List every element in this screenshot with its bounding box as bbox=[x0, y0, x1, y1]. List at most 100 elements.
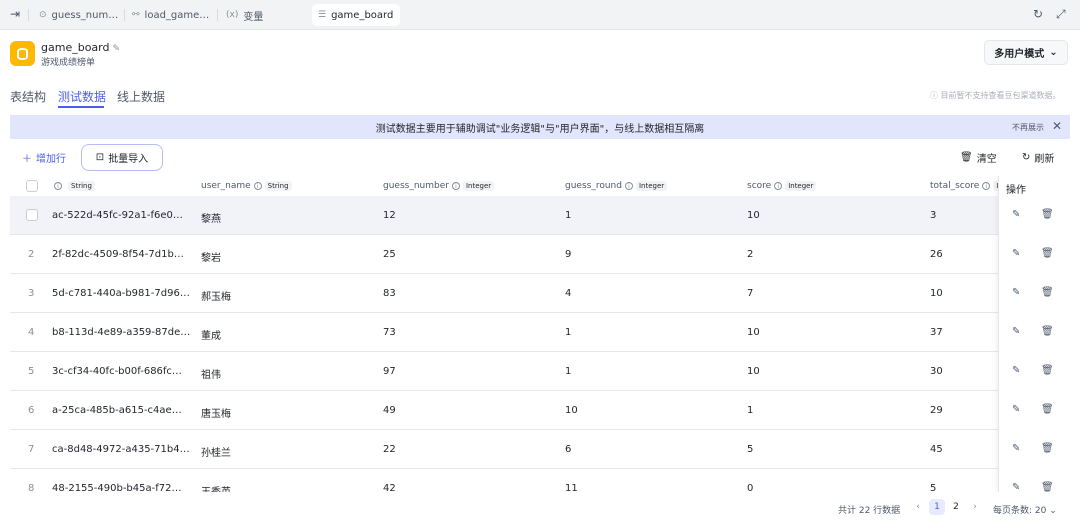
cell-id[interactable]: ac-522d-45fc-92a1-f6e0… bbox=[52, 210, 183, 221]
edit-icon[interactable]: ✎ bbox=[1012, 365, 1020, 376]
cell-user-name[interactable]: 黎燕 bbox=[201, 210, 221, 225]
subtab-online-data[interactable]: 线上数据 bbox=[117, 88, 165, 105]
cell-id[interactable]: 3c-cf34-40fc-b00f-686fc… bbox=[52, 366, 182, 377]
multi-user-mode-button[interactable]: 多用户模式 ⌄ bbox=[984, 40, 1068, 65]
subtab-test-data[interactable]: 测试数据 bbox=[58, 88, 106, 105]
cell-total-score[interactable]: 3 bbox=[930, 210, 936, 221]
trash-icon[interactable]: 🗑︎ bbox=[1041, 326, 1054, 337]
cell-guess-round[interactable]: 1 bbox=[565, 366, 571, 377]
trash-icon[interactable]: 🗑︎ bbox=[1041, 287, 1054, 298]
cell-score[interactable]: 7 bbox=[747, 288, 753, 299]
code-icon: ⊙ bbox=[39, 10, 47, 20]
cell-guess-number[interactable]: 73 bbox=[383, 327, 396, 338]
cell-score[interactable]: 2 bbox=[747, 249, 753, 260]
table-row[interactable]: 5 3c-cf34-40fc-b00f-686fc… 祖伟 97 1 10 30 bbox=[10, 352, 1070, 391]
edit-icon[interactable]: ✎ bbox=[1012, 248, 1020, 259]
table-row[interactable]: 2 2f-82dc-4509-8f54-7d1b… 黎岩 25 9 2 26 bbox=[10, 235, 1070, 274]
add-row-button[interactable]: ＋ 增加行 bbox=[22, 150, 66, 165]
tab-variables[interactable]: (x) 变量 bbox=[220, 4, 269, 26]
column-header-user-name: user_name i String bbox=[201, 181, 292, 191]
cell-score[interactable]: 1 bbox=[747, 405, 753, 416]
cell-guess-round[interactable]: 4 bbox=[565, 288, 571, 299]
trash-icon[interactable]: 🗑︎ bbox=[1041, 248, 1054, 259]
sidebar-toggle-icon[interactable]: ⇥ bbox=[10, 7, 20, 21]
cell-user-name[interactable]: 祖伟 bbox=[201, 366, 221, 381]
edit-icon[interactable]: ✎ bbox=[1012, 326, 1020, 337]
cell-user-name[interactable]: 郝玉梅 bbox=[201, 288, 231, 303]
cell-score[interactable]: 10 bbox=[747, 210, 760, 221]
cell-guess-round[interactable]: 11 bbox=[565, 483, 578, 492]
cell-user-name[interactable]: 唐玉梅 bbox=[201, 405, 231, 420]
dont-show-again-link[interactable]: 不再展示 bbox=[1012, 122, 1044, 133]
table-row[interactable]: 8 48-2155-490b-b45a-f72… 王秀英 42 11 0 5 bbox=[10, 469, 1070, 492]
cell-user-name[interactable]: 黎岩 bbox=[201, 249, 221, 264]
cell-id[interactable]: 2f-82dc-4509-8f54-7d1b… bbox=[52, 249, 184, 260]
select-all-checkbox[interactable] bbox=[26, 180, 38, 192]
edit-icon[interactable]: ✎ bbox=[1012, 443, 1020, 454]
cell-score[interactable]: 10 bbox=[747, 327, 760, 338]
cell-id[interactable]: 5d-c781-440a-b981-7d96… bbox=[52, 288, 190, 299]
row-checkbox[interactable] bbox=[26, 209, 38, 221]
table-row[interactable]: 4 b8-113d-4e89-a359-87de… 董成 73 1 10 37 bbox=[10, 313, 1070, 352]
cell-user-name[interactable]: 王秀英 bbox=[201, 483, 231, 492]
cell-guess-number[interactable]: 97 bbox=[383, 366, 396, 377]
batch-import-button[interactable]: ⊡ 批量导入 bbox=[81, 144, 163, 171]
clear-button[interactable]: 🗑︎ 清空 bbox=[960, 150, 997, 165]
page-1-button[interactable]: 1 bbox=[929, 499, 945, 515]
cell-guess-round[interactable]: 9 bbox=[565, 249, 571, 260]
cell-id[interactable]: 48-2155-490b-b45a-f72… bbox=[52, 483, 182, 492]
cell-id[interactable]: a-25ca-485b-a615-c4ae… bbox=[52, 405, 182, 416]
hint-text: 目前暂不支持查看豆包渠道数据。 bbox=[940, 91, 1061, 100]
trash-icon[interactable]: 🗑︎ bbox=[1041, 209, 1054, 220]
cell-guess-number[interactable]: 12 bbox=[383, 210, 396, 221]
cell-total-score[interactable]: 5 bbox=[930, 483, 936, 492]
cell-total-score[interactable]: 29 bbox=[930, 405, 943, 416]
edit-icon[interactable]: ✎ bbox=[112, 44, 120, 54]
cell-total-score[interactable]: 30 bbox=[930, 366, 943, 377]
edit-icon[interactable]: ✎ bbox=[1012, 287, 1020, 298]
close-icon[interactable]: ✕ bbox=[1052, 119, 1062, 133]
cell-guess-round[interactable]: 1 bbox=[565, 327, 571, 338]
table-row[interactable]: 3 5d-c781-440a-b981-7d96… 郝玉梅 83 4 7 10 bbox=[10, 274, 1070, 313]
tab-guess-num[interactable]: ⊙ guess_num… bbox=[33, 4, 124, 26]
prev-page-icon[interactable]: ‹ bbox=[910, 499, 926, 515]
trash-icon[interactable]: 🗑︎ bbox=[1041, 482, 1054, 492]
edit-icon[interactable]: ✎ bbox=[1012, 404, 1020, 415]
reload-icon[interactable]: ↻ bbox=[1033, 7, 1043, 21]
table-row[interactable]: 6 a-25ca-485b-a615-c4ae… 唐玉梅 49 10 1 29 bbox=[10, 391, 1070, 430]
trash-icon[interactable]: 🗑︎ bbox=[1041, 365, 1054, 376]
cell-guess-round[interactable]: 1 bbox=[565, 210, 571, 221]
cell-guess-number[interactable]: 42 bbox=[383, 483, 396, 492]
page-2-button[interactable]: 2 bbox=[948, 499, 964, 515]
table-row[interactable]: 7 ca-8d48-4972-a435-71b4… 孙桂兰 22 6 5 45 bbox=[10, 430, 1070, 469]
cell-id[interactable]: b8-113d-4e89-a359-87de… bbox=[52, 327, 190, 338]
cell-guess-number[interactable]: 22 bbox=[383, 444, 396, 455]
trash-icon[interactable]: 🗑︎ bbox=[1041, 404, 1054, 415]
table-row[interactable]: ac-522d-45fc-92a1-f6e0… 黎燕 12 1 10 3 bbox=[10, 196, 1070, 235]
next-page-icon[interactable]: › bbox=[967, 499, 983, 515]
edit-icon[interactable]: ✎ bbox=[1012, 482, 1020, 492]
cell-total-score[interactable]: 10 bbox=[930, 288, 943, 299]
cell-guess-round[interactable]: 10 bbox=[565, 405, 578, 416]
cell-score[interactable]: 5 bbox=[747, 444, 753, 455]
cell-guess-number[interactable]: 49 bbox=[383, 405, 396, 416]
refresh-button[interactable]: ↻ 刷新 bbox=[1022, 150, 1054, 165]
cell-total-score[interactable]: 26 bbox=[930, 249, 943, 260]
tab-load-game[interactable]: ⚯ load_game… bbox=[126, 4, 215, 26]
subtab-schema[interactable]: 表结构 bbox=[10, 88, 46, 105]
cell-guess-number[interactable]: 83 bbox=[383, 288, 396, 299]
cell-score[interactable]: 10 bbox=[747, 366, 760, 377]
cell-score[interactable]: 0 bbox=[747, 483, 753, 492]
expand-icon[interactable]: ⤢ bbox=[1056, 7, 1066, 22]
cell-total-score[interactable]: 45 bbox=[930, 444, 943, 455]
cell-user-name[interactable]: 孙桂兰 bbox=[201, 444, 231, 459]
cell-guess-round[interactable]: 6 bbox=[565, 444, 571, 455]
page-size-select[interactable]: 每页条数: 20 ⌄ bbox=[993, 503, 1057, 516]
edit-icon[interactable]: ✎ bbox=[1012, 209, 1020, 220]
trash-icon[interactable]: 🗑︎ bbox=[1041, 443, 1054, 454]
cell-user-name[interactable]: 董成 bbox=[201, 327, 221, 342]
cell-total-score[interactable]: 37 bbox=[930, 327, 943, 338]
cell-guess-number[interactable]: 25 bbox=[383, 249, 396, 260]
tab-game-board[interactable]: ☰ game_board bbox=[312, 4, 400, 26]
cell-id[interactable]: ca-8d48-4972-a435-71b4… bbox=[52, 444, 190, 455]
